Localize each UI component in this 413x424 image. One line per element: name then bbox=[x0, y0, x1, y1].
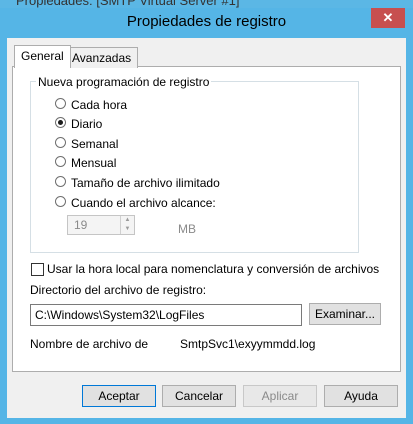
radio-hourly[interactable] bbox=[55, 98, 66, 109]
spinner-down-icon[interactable]: ▼ bbox=[121, 225, 134, 234]
help-button[interactable]: Ayuda bbox=[324, 385, 398, 407]
schedule-group-label: Nueva programación de registro bbox=[36, 75, 212, 89]
close-button[interactable]: ✕ bbox=[371, 8, 405, 28]
radio-size-limit-label: Cuando el archivo alcance: bbox=[71, 196, 216, 210]
filename-value: SmtpSvc1\exyymmdd.log bbox=[180, 337, 316, 351]
radio-daily-label: Diario bbox=[71, 117, 103, 131]
radio-monthly-label: Mensual bbox=[71, 156, 117, 170]
browse-button[interactable]: Examinar... bbox=[309, 303, 381, 325]
directory-label: Directorio del archivo de registro: bbox=[30, 283, 207, 297]
radio-size-limit[interactable] bbox=[55, 196, 66, 207]
dialog-title: Propiedades de registro bbox=[126, 13, 287, 30]
size-unit-label: MB bbox=[178, 222, 196, 236]
radio-monthly[interactable] bbox=[55, 156, 66, 167]
filename-label: Nombre de archivo de bbox=[30, 337, 149, 351]
size-spinner[interactable]: 19 ▲ ▼ bbox=[67, 215, 135, 235]
cancel-button[interactable]: Cancelar bbox=[162, 385, 236, 407]
radio-unlimited-size-label: Tamaño de archivo ilimitado bbox=[71, 176, 220, 190]
spinner-up-icon[interactable]: ▲ bbox=[121, 216, 134, 225]
directory-input[interactable]: C:\Windows\System32\LogFiles bbox=[30, 304, 302, 326]
tab-general[interactable]: General bbox=[14, 45, 71, 68]
local-time-label: Usar la hora local para nomenclatura y c… bbox=[47, 262, 380, 276]
radio-weekly-label: Semanal bbox=[71, 137, 119, 151]
size-spinner-value: 19 bbox=[74, 218, 88, 232]
radio-weekly[interactable] bbox=[55, 137, 66, 148]
radio-daily[interactable] bbox=[55, 117, 66, 128]
tab-avanzadas[interactable]: Avanzadas bbox=[65, 47, 139, 68]
close-icon: ✕ bbox=[382, 10, 394, 25]
radio-unlimited-size[interactable] bbox=[55, 176, 66, 187]
apply-button[interactable]: Aplicar bbox=[243, 385, 317, 407]
local-time-checkbox[interactable] bbox=[31, 263, 44, 276]
ok-button[interactable]: Aceptar bbox=[82, 385, 156, 407]
radio-hourly-label: Cada hora bbox=[71, 98, 128, 112]
